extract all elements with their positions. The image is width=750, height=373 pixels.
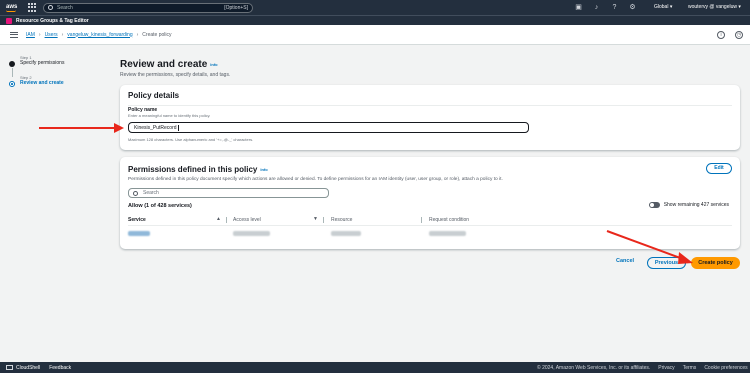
chevron-right-icon: ›: [61, 31, 64, 38]
gear-icon[interactable]: ⚙: [628, 3, 637, 12]
column-service[interactable]: Service: [128, 217, 146, 223]
policy-name-description: Enter a meaningful name to identify this…: [128, 113, 211, 118]
column-resource[interactable]: Resource: [331, 217, 352, 223]
help-icon[interactable]: ?: [610, 3, 619, 12]
step-2: Step 2 Review and create: [8, 75, 103, 87]
copyright-text: © 2024, Amazon Web Services, Inc. or its…: [537, 365, 651, 371]
info-panel-icon[interactable]: i: [717, 31, 725, 39]
breadcrumb-current: Create policy: [142, 31, 172, 38]
info-link[interactable]: Info: [210, 62, 217, 67]
permissions-table-header: Service ▲ Access level ▼ Resource Reques…: [128, 214, 732, 226]
permissions-description: Permissions defined in this policy docum…: [128, 177, 503, 182]
cloudshell-link[interactable]: CloudShell: [16, 365, 40, 371]
search-icon: [48, 5, 53, 10]
chevron-right-icon: ›: [38, 31, 41, 38]
show-remaining-toggle[interactable]: Show remaining 427 services: [648, 202, 729, 208]
account-menu[interactable]: woutervy @ vangeluw ▾: [688, 4, 741, 10]
search-icon: [133, 190, 138, 196]
step-1[interactable]: Step 1 Specify permissions: [8, 55, 103, 77]
aws-logo[interactable]: aws: [6, 4, 20, 12]
cookie-preferences-link[interactable]: Cookie preferences: [704, 365, 747, 371]
menu-icon[interactable]: [10, 30, 18, 39]
favorites-bar: Resource Groups & Tag Editor: [0, 15, 750, 25]
toggle-label: Show remaining 427 services: [663, 202, 729, 208]
page-subtitle: Review the permissions, specify details,…: [120, 72, 231, 78]
terms-link[interactable]: Terms: [683, 365, 697, 371]
toggle-switch[interactable]: [648, 202, 660, 208]
resource-groups-link[interactable]: Resource Groups & Tag Editor: [16, 18, 89, 24]
sort-ascending-icon[interactable]: ▲: [216, 216, 221, 222]
breadcrumb: IAM › Users › vangeluw_kinesis_forwardin…: [0, 25, 750, 45]
page-title: Review and create Info: [120, 59, 218, 70]
breadcrumb-iam[interactable]: IAM: [26, 32, 35, 38]
column-request-condition[interactable]: Request condition: [429, 217, 469, 223]
redacted-service[interactable]: [128, 231, 150, 236]
policy-details-title: Policy details: [128, 91, 180, 100]
step-1-title: Specify permissions: [20, 60, 65, 66]
permissions-info-link[interactable]: Info: [260, 167, 267, 172]
footer: CloudShell Feedback © 2024, Amazon Web S…: [0, 362, 750, 373]
redacted-access-level: [233, 231, 270, 236]
sort-descending-icon[interactable]: ▼: [313, 216, 318, 222]
redacted-resource: [331, 231, 361, 236]
clock-icon[interactable]: ◷: [735, 31, 743, 39]
services-grid-icon[interactable]: [28, 3, 37, 12]
cloudshell-icon[interactable]: ▣: [574, 3, 583, 12]
search-placeholder: Search: [57, 4, 73, 11]
cloudshell-icon: [6, 365, 13, 370]
chevron-right-icon: ›: [136, 31, 139, 38]
policy-name-input[interactable]: Kinesis_PutRecord: [128, 122, 529, 133]
wizard-steps: Step 1 Specify permissions Step 2 Review…: [8, 55, 103, 95]
breadcrumb-user[interactable]: vangeluw_kinesis_forwarding: [67, 32, 132, 38]
top-navigation: aws Search [Option+S]: [0, 0, 750, 15]
annotation-arrow-create-policy: [606, 230, 693, 264]
column-access-level[interactable]: Access level: [233, 217, 261, 223]
resource-groups-icon: [6, 17, 12, 24]
redacted-condition: [429, 231, 466, 236]
step-complete-dot-icon: [9, 61, 15, 67]
search-shortcut: [Option+S]: [224, 4, 248, 11]
privacy-link[interactable]: Privacy: [658, 365, 674, 371]
aws-logo-text: aws: [6, 3, 18, 10]
bell-icon[interactable]: ♪: [592, 3, 601, 12]
permissions-search-input[interactable]: Search: [128, 188, 329, 198]
annotation-arrow-policy-name: [39, 123, 124, 133]
step-2-title: Review and create: [20, 80, 64, 86]
permissions-title: Permissions defined in this policy Info: [128, 165, 268, 174]
region-selector[interactable]: Global ▾: [654, 4, 672, 10]
search-input[interactable]: Search [Option+S]: [43, 2, 253, 13]
create-policy-button[interactable]: Create policy: [691, 257, 740, 269]
feedback-link[interactable]: Feedback: [49, 365, 71, 371]
edit-button[interactable]: Edit: [706, 163, 732, 174]
step-current-dot-icon: [9, 81, 15, 87]
policy-details-panel: Policy details Policy name Enter a meani…: [120, 85, 740, 150]
breadcrumb-users[interactable]: Users: [45, 32, 58, 38]
policy-name-constraint: Maximum 128 characters. Use alphanumeric…: [128, 137, 254, 142]
allow-services-title: Allow (1 of 428 services): [128, 203, 192, 209]
